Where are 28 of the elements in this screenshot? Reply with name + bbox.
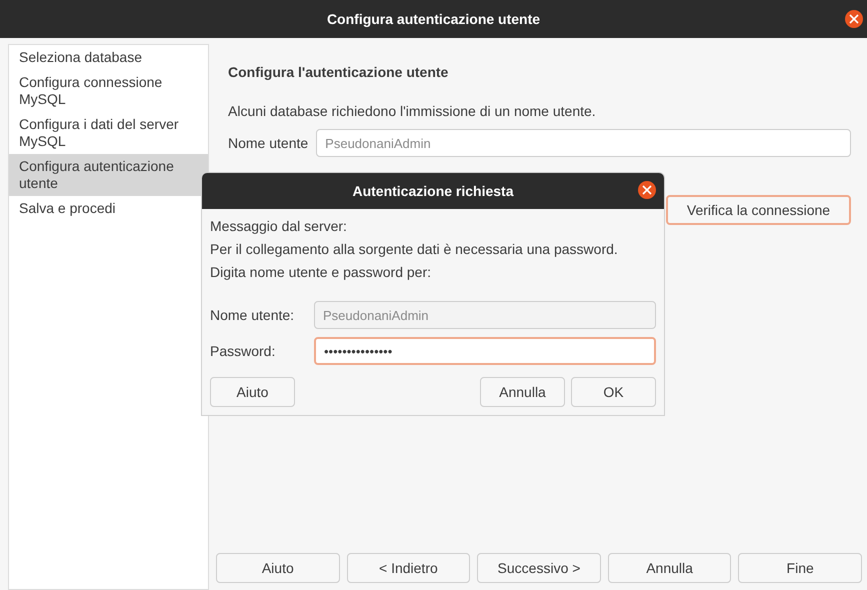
field-label: Nome utente xyxy=(228,135,308,151)
message-text: Per il collegamento alla sorgente dati è necessaria una password. xyxy=(210,240,619,259)
sidebar-item[interactable]: Configura autenticazione utente xyxy=(9,154,208,196)
section-heading: Configura l'autenticazione utente xyxy=(228,64,450,80)
field-label: Nome utente: xyxy=(210,307,296,323)
close-button[interactable] xyxy=(845,10,863,28)
close-button[interactable] xyxy=(638,181,656,199)
footer-button[interactable]: < Indietro xyxy=(346,553,470,583)
message-text: Digita nome utente e password per: xyxy=(210,263,432,282)
test-connection-button[interactable]: Verifica la connessione xyxy=(666,195,851,225)
close-icon xyxy=(642,185,652,195)
window-title: Configura autenticazione utente xyxy=(326,11,540,27)
dialog-title: Autenticazione richiesta xyxy=(352,183,514,199)
sidebar-item[interactable]: Configura connessione MySQL xyxy=(9,70,208,112)
description-text: Alcuni database richiedono l'immissione di un nome utente. xyxy=(228,103,597,119)
input-field[interactable]: ••••••••••••••• xyxy=(314,337,656,365)
footer-button[interactable]: Aiuto xyxy=(216,553,340,583)
sidebar-item[interactable]: Seleziona database xyxy=(9,45,208,70)
footer-button[interactable]: Annulla xyxy=(608,553,732,583)
footer-button[interactable]: Successivo > xyxy=(477,553,601,583)
sidebar-item[interactable]: Configura i dati del server MySQL xyxy=(9,112,208,154)
field-label: Password: xyxy=(210,343,276,359)
footer-button[interactable]: Fine xyxy=(738,553,862,583)
dialog-button[interactable]: Annulla xyxy=(480,377,565,407)
close-icon xyxy=(849,14,859,24)
help-button[interactable]: Aiuto xyxy=(210,377,295,407)
dialog-button[interactable]: OK xyxy=(571,377,656,407)
message-text: Messaggio dal server: xyxy=(210,217,348,236)
